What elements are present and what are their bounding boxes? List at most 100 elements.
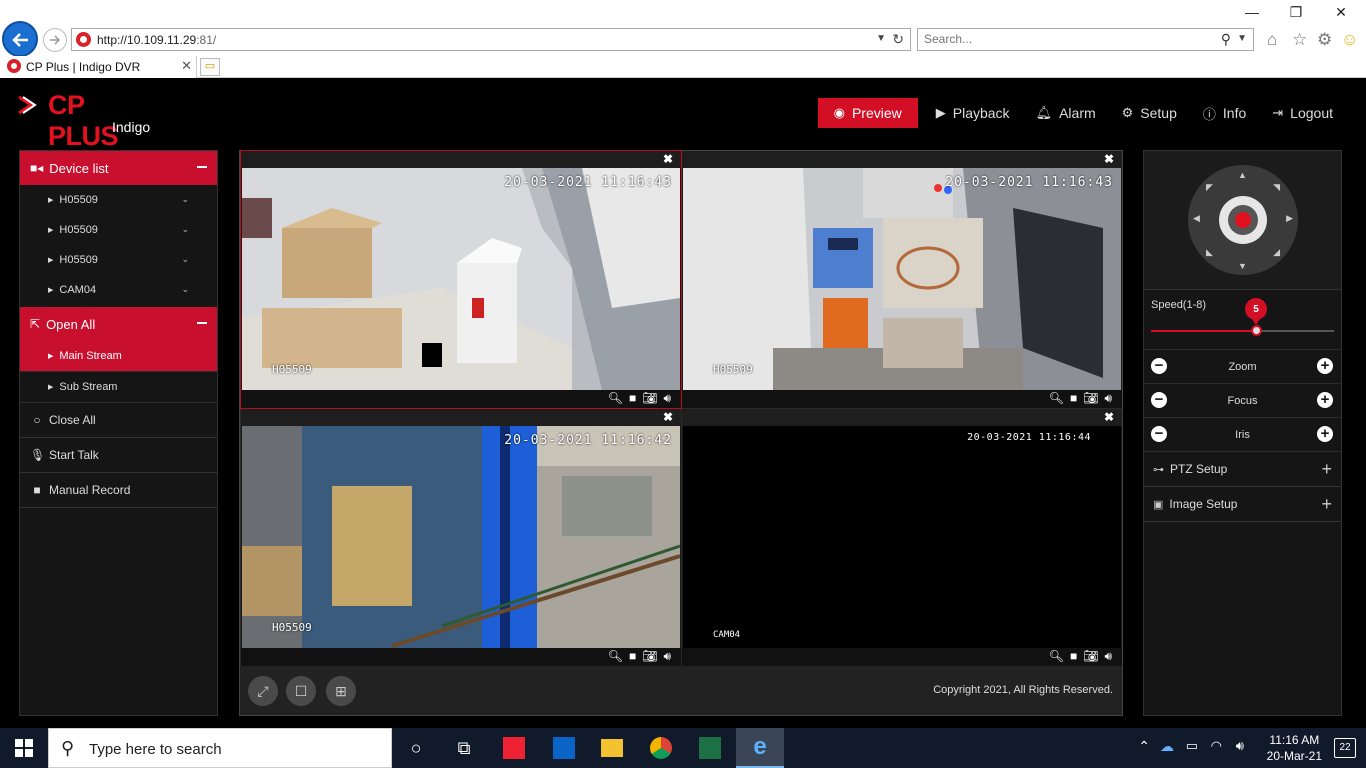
speed-slider-handle[interactable] (1251, 325, 1262, 336)
minimize-icon[interactable]: — (1242, 4, 1262, 22)
chevron-down-icon[interactable]: ⌄ (181, 224, 189, 235)
nav-setup[interactable]: ⚙ Setup (1109, 98, 1190, 128)
feedback-smiley-icon[interactable]: ☺ (1341, 30, 1358, 50)
address-dropdown-icon[interactable]: ▼ (876, 33, 886, 44)
main-stream-option[interactable]: ▶ Main Stream (20, 341, 217, 372)
device-item[interactable]: ▶ H05509 ⌄ (20, 245, 217, 275)
camera-tile[interactable]: ✖ 20-03-2021 11:16:44 CAM04 🔍︎ ■ 📷︎ 🔊︎ (682, 409, 1122, 666)
record-icon[interactable]: ■ (629, 391, 636, 406)
close-icon[interactable]: ✖ (663, 410, 673, 424)
zoom-icon[interactable]: 🔍︎ (1049, 649, 1064, 664)
nav-alarm[interactable]: 🔔︎ Alarm (1023, 98, 1109, 128)
camera-feed[interactable]: 20-03-2021 11:16:43 H05509 (242, 168, 680, 390)
snapshot-camera-icon[interactable]: 📷︎ (642, 649, 657, 664)
zoom-icon[interactable]: 🔍︎ (608, 391, 623, 406)
cortana-icon[interactable]: ○ (392, 728, 440, 768)
device-item[interactable]: ▶ CAM04 ⌄ (20, 275, 217, 305)
quad-view-icon[interactable]: ⊞ (326, 676, 356, 706)
start-button[interactable] (0, 728, 48, 768)
close-icon[interactable]: ✖ (663, 152, 673, 166)
ptz-center-button[interactable] (1219, 196, 1267, 244)
record-icon[interactable]: ■ (1070, 391, 1077, 406)
ptz-setup-row[interactable]: ⊶ PTZ Setup + (1144, 452, 1341, 487)
restore-icon[interactable]: ❐ (1286, 4, 1306, 22)
chrome-icon[interactable] (637, 728, 685, 768)
zoom-in-icon[interactable]: + (1317, 358, 1333, 374)
image-setup-row[interactable]: ▣ Image Setup + (1144, 487, 1341, 522)
chevron-down-icon[interactable]: ⌄ (181, 194, 189, 205)
open-all-header[interactable]: ⇱ Open All (20, 307, 217, 341)
zoom-icon[interactable]: 🔍︎ (608, 649, 623, 664)
collapse-icon[interactable] (197, 166, 207, 168)
wifi-icon[interactable]: ◠ (1211, 738, 1222, 754)
record-icon[interactable]: ■ (629, 649, 636, 664)
arrow-left-icon[interactable]: ◀ (1193, 213, 1200, 224)
nav-preview[interactable]: ◉ Preview (817, 98, 918, 128)
snapshot-camera-icon[interactable]: 📷︎ (1083, 649, 1098, 664)
battery-icon[interactable]: ▭ (1186, 738, 1198, 754)
nav-info[interactable]: ⓘ Info (1190, 98, 1259, 128)
collapse-icon[interactable] (197, 322, 207, 324)
arrow-down-icon[interactable]: ▼ (1238, 261, 1247, 271)
home-icon[interactable]: ⌂ (1267, 30, 1277, 50)
browser-search-input[interactable] (924, 32, 1204, 46)
focus-plus-icon[interactable]: + (1317, 392, 1333, 408)
record-icon[interactable]: ■ (1070, 649, 1077, 664)
audio-icon[interactable]: 🔊︎ (663, 649, 671, 664)
audio-icon[interactable]: 🔊︎ (1104, 649, 1112, 664)
snapshot-camera-icon[interactable]: 📷︎ (1083, 391, 1098, 406)
ptz-direction-pad[interactable]: ▲ ▼ ◀ ▶ ◤ ◥ ◣ ◢ (1188, 165, 1298, 275)
task-view-icon[interactable]: ⧉ (440, 728, 488, 768)
arrow-down-left-icon[interactable]: ◣ (1206, 247, 1213, 258)
iris-plus-icon[interactable]: + (1317, 426, 1333, 442)
chevron-up-icon[interactable]: ⌃ (1138, 738, 1150, 755)
file-explorer-icon[interactable] (588, 728, 636, 768)
taskbar-clock[interactable]: 11:16 AM 20-Mar-21 (1267, 732, 1322, 764)
camera-feed[interactable]: 20-03-2021 11:16:42 H05509 (242, 426, 680, 648)
arrow-up-icon[interactable]: ▲ (1238, 170, 1247, 180)
manual-record-button[interactable]: ■ Manual Record (20, 473, 217, 508)
single-view-icon[interactable]: ☐ (286, 676, 316, 706)
internet-explorer-icon[interactable]: e (736, 728, 784, 768)
outlook-icon[interactable] (540, 728, 588, 768)
arrow-up-right-icon[interactable]: ◥ (1273, 182, 1280, 193)
search-icon[interactable]: ⚲ (1221, 31, 1231, 48)
close-icon[interactable]: ✖ (1104, 152, 1114, 166)
close-icon[interactable]: ✖ (1104, 410, 1114, 424)
expand-plus-icon[interactable]: + (1321, 494, 1332, 515)
onedrive-icon[interactable]: ☁ (1160, 738, 1174, 755)
start-talk-button[interactable]: 🎙︎ Start Talk (20, 438, 217, 473)
arrow-up-left-icon[interactable]: ◤ (1206, 182, 1213, 193)
forward-button[interactable] (43, 28, 67, 52)
nav-logout[interactable]: ⇥ Logout (1259, 98, 1346, 128)
audio-icon[interactable]: 🔊︎ (663, 391, 671, 406)
chevron-down-icon[interactable]: ⌄ (181, 254, 189, 265)
audio-icon[interactable]: 🔊︎ (1104, 391, 1112, 406)
zoom-icon[interactable]: 🔍︎ (1049, 391, 1064, 406)
browser-search-box[interactable]: ⚲ ▼ (917, 28, 1254, 51)
arrow-down-right-icon[interactable]: ◢ (1273, 247, 1280, 258)
sub-stream-option[interactable]: ▶ Sub Stream (20, 372, 217, 403)
anydesk-icon[interactable] (490, 728, 538, 768)
excel-icon[interactable] (686, 728, 734, 768)
browser-tab[interactable]: CP Plus | Indigo DVR ✕ (0, 56, 197, 78)
notification-center-icon[interactable]: 22 (1334, 738, 1356, 758)
nav-playback[interactable]: ▶ Playback (923, 98, 1023, 128)
camera-tile[interactable]: ✖ 20-03-2021 11:16:43 H05509 🔍︎ ■ 📷︎ 🔊︎ (240, 150, 682, 409)
fullscreen-icon[interactable]: ⤢ (248, 676, 278, 706)
camera-feed[interactable]: 20-03-2021 11:16:44 CAM04 (683, 426, 1121, 648)
close-window-icon[interactable]: ✕ (1331, 4, 1351, 22)
chevron-down-icon[interactable]: ⌄ (181, 284, 189, 295)
search-dropdown-icon[interactable]: ▼ (1237, 33, 1247, 44)
new-tab-icon[interactable]: ▭ (200, 58, 220, 76)
settings-gear-icon[interactable]: ⚙ (1317, 30, 1332, 50)
refresh-icon[interactable]: ↻ (892, 31, 904, 48)
tab-close-icon[interactable]: ✕ (181, 58, 192, 74)
address-bar[interactable]: http://10.109.11.29:81/ ▼ ↻ (71, 28, 911, 51)
favorites-star-icon[interactable]: ☆ (1292, 30, 1307, 50)
camera-tile[interactable]: ✖ 20-03-2021 11:16:42 H05509 🔍︎ ■ 📷︎ 🔊︎ (241, 409, 681, 666)
speed-slider[interactable] (1151, 325, 1334, 336)
device-list-header[interactable]: ■◂ Device list (20, 151, 217, 185)
back-button[interactable] (2, 21, 38, 57)
expand-plus-icon[interactable]: + (1321, 459, 1332, 480)
